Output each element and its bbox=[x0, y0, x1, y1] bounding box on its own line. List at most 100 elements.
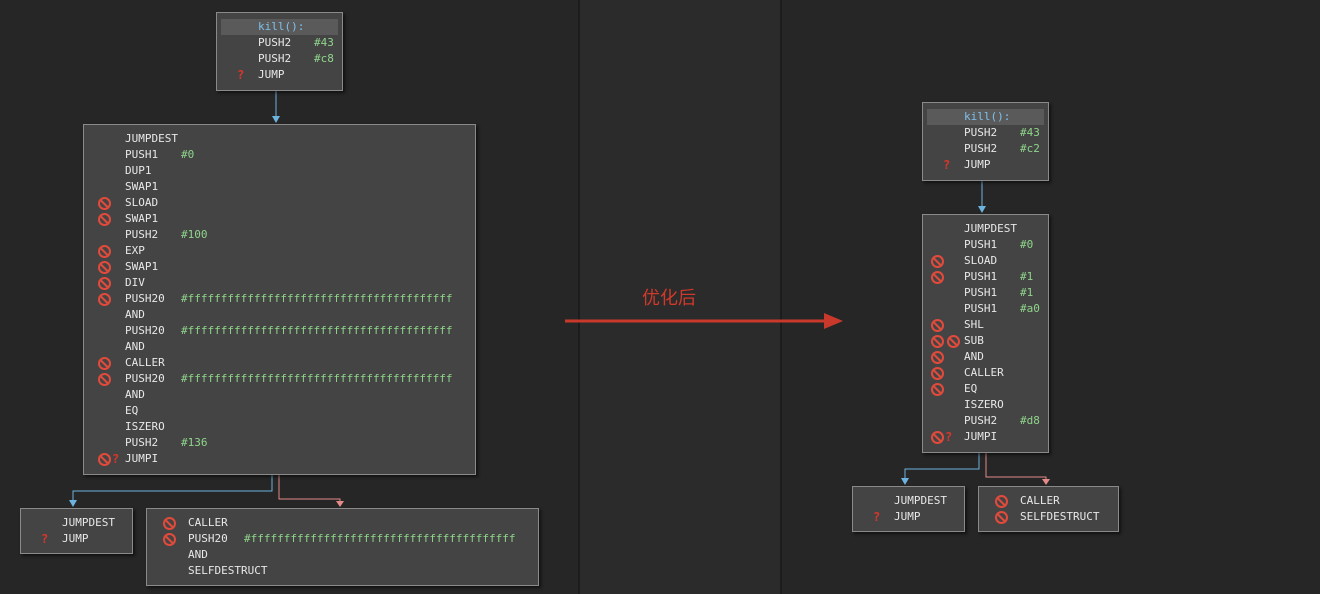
function-label-text: kill(): bbox=[258, 20, 305, 33]
instruction-row[interactable]: JUMPDEST bbox=[923, 221, 1048, 237]
instruction-row[interactable]: PUSH20 #fffffffffffffffffffffffffffffffff… bbox=[84, 371, 475, 387]
instruction-row[interactable]: PUSH2 #d8 bbox=[923, 413, 1048, 429]
instruction-row[interactable]: AND bbox=[84, 307, 475, 323]
instruction-row[interactable]: AND bbox=[84, 387, 475, 403]
instruction-row[interactable]: SHL bbox=[923, 317, 1048, 333]
opcode: PUSH1 bbox=[964, 238, 998, 251]
opcode: SUB bbox=[964, 334, 984, 347]
instruction-row[interactable]: PUSH1 #0 bbox=[923, 237, 1048, 253]
question-icon: ? bbox=[873, 510, 881, 524]
before-right-leaf-block[interactable]: CALLER PUSH20 #fffffffffffffffffffffffffff… bbox=[146, 508, 539, 586]
warning-icon bbox=[163, 517, 176, 530]
opcode: PUSH1 bbox=[964, 286, 998, 299]
opcode: PUSH20 bbox=[125, 324, 165, 337]
warning-icon bbox=[98, 357, 111, 370]
instruction-row[interactable]: ? JUMP bbox=[217, 67, 342, 83]
warning-icon bbox=[98, 261, 111, 274]
instruction-row[interactable]: PUSH2 #43 bbox=[923, 125, 1048, 141]
instruction-row[interactable]: ? JUMP bbox=[923, 157, 1048, 173]
instruction-row[interactable]: PUSH2 #c8 bbox=[217, 51, 342, 67]
warning-icon bbox=[98, 213, 111, 226]
instruction-row[interactable]: PUSH2 #136 bbox=[84, 435, 475, 451]
after-main-block[interactable]: JUMPDEST PUSH1 #0 SLOAD PUSH1 #1 PUSH1 #1 PUSH1 #… bbox=[922, 214, 1049, 453]
warning-icon bbox=[98, 245, 111, 258]
instruction-row[interactable]: CALLER bbox=[147, 515, 538, 531]
opcode: AND bbox=[125, 340, 145, 353]
instruction-row[interactable]: JUMPDEST bbox=[853, 493, 964, 509]
instruction-row[interactable]: DUP1 bbox=[84, 163, 475, 179]
instruction-row[interactable]: SELFDESTRUCT bbox=[979, 509, 1118, 525]
instruction-row[interactable]: PUSH1 #1 bbox=[923, 269, 1048, 285]
instruction-row[interactable]: AND bbox=[84, 339, 475, 355]
before-main-block[interactable]: JUMPDEST PUSH1 #0 DUP1 SWAP1 SLOAD SWAP1 PUSH2 #… bbox=[83, 124, 476, 475]
instruction-row[interactable]: PUSH2 #43 bbox=[217, 35, 342, 51]
instruction-row[interactable]: AND bbox=[923, 349, 1048, 365]
instruction-row[interactable]: SELFDESTRUCT bbox=[147, 563, 538, 579]
warning-icon bbox=[931, 367, 944, 380]
instruction-row[interactable]: PUSH1 #0 bbox=[84, 147, 475, 163]
opcode: JUMPDEST bbox=[62, 516, 115, 529]
opcode: PUSH2 bbox=[258, 36, 292, 49]
warning-icon bbox=[931, 431, 944, 444]
instruction-row[interactable]: EXP bbox=[84, 243, 475, 259]
instruction-row[interactable]: AND bbox=[147, 547, 538, 563]
operand: #c8 bbox=[314, 52, 334, 65]
instruction-row[interactable]: SLOAD bbox=[84, 195, 475, 211]
instruction-row[interactable]: PUSH2 #c2 bbox=[923, 141, 1048, 157]
instruction-row[interactable]: ISZERO bbox=[923, 397, 1048, 413]
opcode: DUP1 bbox=[125, 164, 152, 177]
instruction-row[interactable]: DIV bbox=[84, 275, 475, 291]
instruction-row[interactable]: CALLER bbox=[979, 493, 1118, 509]
opcode: JUMPI bbox=[964, 430, 998, 443]
warning-icon bbox=[98, 373, 111, 386]
instruction-row[interactable]: SUB bbox=[923, 333, 1048, 349]
opcode: PUSH2 bbox=[964, 126, 998, 139]
instruction-row[interactable]: SLOAD bbox=[923, 253, 1048, 269]
instruction-row[interactable]: PUSH1 #1 bbox=[923, 285, 1048, 301]
opcode: SWAP1 bbox=[125, 212, 159, 225]
instruction-row[interactable]: PUSH2 #100 bbox=[84, 227, 475, 243]
instruction-row[interactable]: ISZERO bbox=[84, 419, 475, 435]
question-icon: ? bbox=[112, 452, 120, 466]
function-label[interactable]: kill(): bbox=[927, 109, 1044, 125]
warning-icon bbox=[995, 511, 1008, 524]
opcode: CALLER bbox=[125, 356, 165, 369]
edge-before-main-left bbox=[72, 475, 273, 505]
instruction-row[interactable]: ? JUMP bbox=[21, 531, 132, 547]
edge-after-main-right bbox=[985, 453, 1047, 483]
question-icon: ? bbox=[237, 68, 245, 82]
instruction-row[interactable]: ? JUMP bbox=[853, 509, 964, 525]
after-entry-block[interactable]: kill(): PUSH2 #43 PUSH2 #c2? JUMP bbox=[922, 102, 1049, 181]
after-right-leaf-block[interactable]: CALLER SELFDESTRUCT bbox=[978, 486, 1119, 532]
opcode: AND bbox=[125, 388, 145, 401]
instruction-row[interactable]: PUSH20 #fffffffffffffffffffffffffffffffff… bbox=[147, 531, 538, 547]
instruction-row[interactable]: JUMPDEST bbox=[21, 515, 132, 531]
instruction-row[interactable]: CALLER bbox=[84, 355, 475, 371]
instruction-row[interactable]: SWAP1 bbox=[84, 211, 475, 227]
opcode: JUMP bbox=[964, 158, 991, 171]
instruction-row[interactable]: JUMPDEST bbox=[84, 131, 475, 147]
question-icon: ? bbox=[945, 430, 953, 444]
operand: #a0 bbox=[1020, 302, 1040, 315]
instruction-row[interactable]: EQ bbox=[84, 403, 475, 419]
opcode: EXP bbox=[125, 244, 145, 257]
instruction-row[interactable]: PUSH20 #fffffffffffffffffffffffffffffffff… bbox=[84, 323, 475, 339]
before-left-leaf-block[interactable]: JUMPDEST ? JUMP bbox=[20, 508, 133, 554]
opcode: CALLER bbox=[1020, 494, 1060, 507]
instruction-row[interactable]: ? JUMPI bbox=[923, 429, 1048, 445]
opcode: PUSH2 bbox=[125, 228, 159, 241]
instruction-row[interactable]: PUSH20 #fffffffffffffffffffffffffffffffff… bbox=[84, 291, 475, 307]
operand: #1 bbox=[1020, 270, 1034, 283]
function-label[interactable]: kill(): bbox=[221, 19, 338, 35]
opcode: SHL bbox=[964, 318, 984, 331]
warning-icon bbox=[98, 277, 111, 290]
instruction-row[interactable]: SWAP1 bbox=[84, 179, 475, 195]
after-left-leaf-block[interactable]: JUMPDEST? JUMP bbox=[852, 486, 965, 532]
instruction-row[interactable]: EQ bbox=[923, 381, 1048, 397]
instruction-row[interactable]: SWAP1 bbox=[84, 259, 475, 275]
before-entry-block[interactable]: kill(): PUSH2 #43 PUSH2 #c8? JUMP bbox=[216, 12, 343, 91]
opcode: SLOAD bbox=[964, 254, 998, 267]
instruction-row[interactable]: PUSH1 #a0 bbox=[923, 301, 1048, 317]
instruction-row[interactable]: CALLER bbox=[923, 365, 1048, 381]
instruction-row[interactable]: ? JUMPI bbox=[84, 451, 475, 467]
